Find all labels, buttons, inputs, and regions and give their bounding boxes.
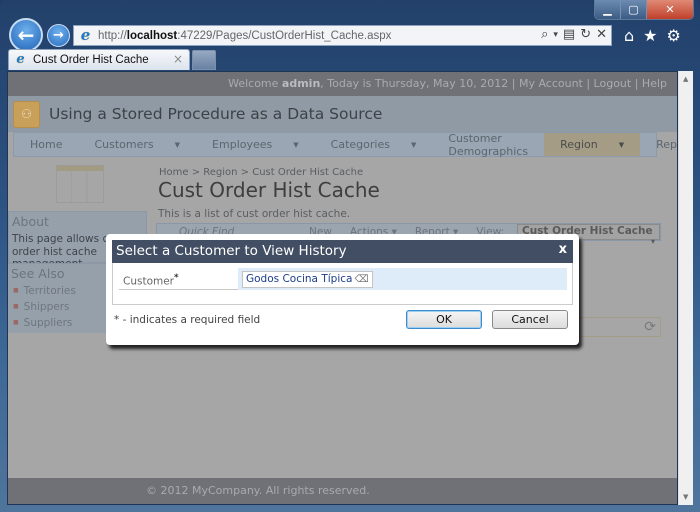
page-description: This is a list of cust order hist cache. bbox=[158, 208, 351, 220]
forward-button[interactable]: → bbox=[47, 24, 70, 47]
dialog-body: Customer* Godos Cocina Típica ⌫ bbox=[112, 263, 573, 305]
menu-item-customer-demographics[interactable]: Customer Demographics bbox=[432, 132, 544, 158]
app-logo-icon: ⚇ bbox=[13, 100, 40, 128]
customer-field-row: Customer* Godos Cocina Típica ⌫ bbox=[119, 268, 567, 290]
tab-title: Cust Order Hist Cache bbox=[33, 54, 149, 66]
app-header: ⚇ Using a Stored Procedure as a Data Sou… bbox=[8, 96, 677, 132]
maximize-button[interactable]: ▢ bbox=[621, 0, 647, 19]
arrow-right-icon: → bbox=[53, 28, 64, 43]
refresh-icon[interactable]: ↻ bbox=[580, 27, 591, 43]
ie-icon: e bbox=[80, 26, 91, 44]
chevron-down-icon: ▼ bbox=[293, 140, 299, 149]
select-customer-dialog: Select a Customer to View History x Cust… bbox=[106, 234, 579, 345]
menu-item-region[interactable]: Region ▼ bbox=[544, 133, 641, 156]
new-tab-button[interactable] bbox=[192, 50, 216, 70]
stop-icon[interactable]: ✕ bbox=[596, 27, 607, 43]
menu-item-employees[interactable]: Employees ▼ bbox=[196, 133, 315, 156]
chevron-down-icon: ▼ bbox=[174, 140, 181, 149]
browser-tab[interactable]: e Cust Order Hist Cache × bbox=[8, 49, 190, 70]
address-bar[interactable]: e http://localhost:47229/Pages/CustOrder… bbox=[73, 25, 612, 46]
page-icon bbox=[56, 165, 104, 203]
menu-item-categories[interactable]: Categories ▼ bbox=[315, 133, 433, 156]
ie-icon: e bbox=[16, 51, 25, 67]
refresh-icon[interactable]: ⟳ bbox=[644, 319, 656, 335]
customer-lookup-field[interactable]: Godos Cocina Típica ⌫ bbox=[242, 271, 373, 288]
arrow-left-icon: ← bbox=[17, 23, 35, 47]
vertical-scrollbar[interactable]: ▲ ▼ bbox=[678, 71, 693, 505]
welcome-bar: Welcome admin, Today is Thursday, May 10… bbox=[8, 72, 677, 96]
favorites-star-icon[interactable]: ★ bbox=[643, 26, 657, 45]
compatibility-view-icon[interactable]: ▤ bbox=[563, 27, 575, 43]
chevron-down-icon: ▼ bbox=[618, 140, 625, 149]
breadcrumb: Home > Region > Cust Order Hist Cache bbox=[159, 167, 364, 178]
window-controls: ▁ ▢ ✕ bbox=[594, 0, 694, 20]
search-icon[interactable]: ⌕ bbox=[541, 27, 548, 43]
close-window-button[interactable]: ✕ bbox=[647, 0, 693, 19]
menu-item-home[interactable]: Home bbox=[14, 133, 78, 156]
page-title: Cust Order Hist Cache bbox=[158, 178, 380, 202]
home-icon[interactable]: ⌂ bbox=[624, 26, 634, 45]
dialog-close-icon[interactable]: x bbox=[559, 242, 567, 257]
tab-close-icon[interactable]: × bbox=[173, 52, 183, 66]
scroll-up-icon[interactable]: ▲ bbox=[683, 75, 688, 83]
customer-field-label: Customer* bbox=[123, 273, 179, 288]
page-footer: © 2012 MyCompany. All rights reserved. bbox=[8, 478, 677, 504]
eraser-icon[interactable]: ⌫ bbox=[354, 274, 368, 285]
ok-button[interactable]: OK bbox=[406, 310, 482, 329]
minimize-button[interactable]: ▁ bbox=[595, 0, 621, 19]
menu-item-reports[interactable]: Reports▼ bbox=[640, 133, 677, 156]
username: admin bbox=[281, 77, 321, 90]
app-title: Using a Stored Procedure as a Data Sourc… bbox=[49, 105, 383, 123]
settings-gear-icon[interactable]: ⚙ bbox=[667, 26, 681, 45]
menu-item-customers[interactable]: Customers ▼ bbox=[78, 133, 196, 156]
main-menu: Home Customers ▼ Employees ▼ Categories ▼ Custo… bbox=[13, 132, 677, 158]
back-button[interactable]: ← bbox=[9, 18, 43, 52]
scroll-down-icon[interactable]: ▼ bbox=[683, 493, 688, 501]
cancel-button[interactable]: Cancel bbox=[492, 310, 568, 329]
about-heading: About bbox=[12, 214, 49, 229]
chevron-down-icon: ▼ bbox=[410, 140, 417, 149]
url-text[interactable]: http://localhost:47229/Pages/CustOrderHi… bbox=[98, 30, 391, 42]
dropdown-icon[interactable]: ▾ bbox=[553, 27, 558, 43]
dialog-title: Select a Customer to View History x bbox=[112, 240, 573, 263]
required-field-note: * - indicates a required field bbox=[114, 314, 261, 326]
